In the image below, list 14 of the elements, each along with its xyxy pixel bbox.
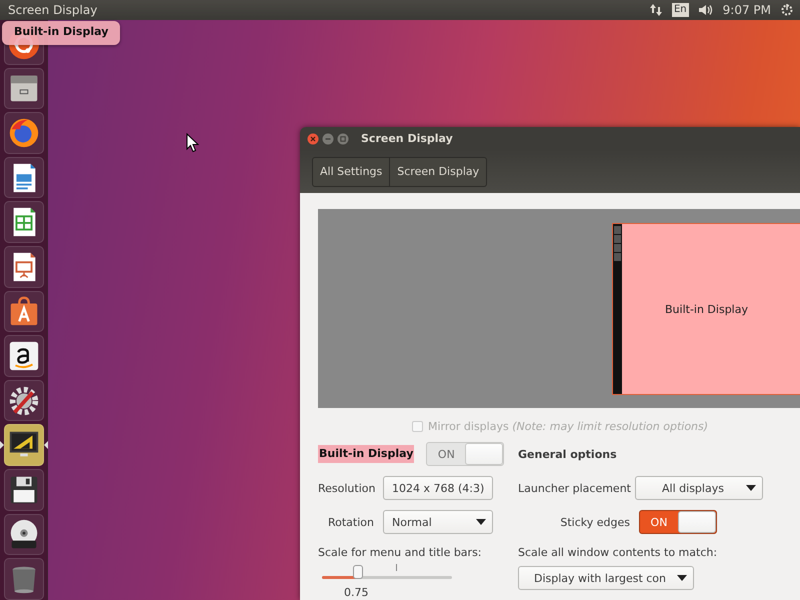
monitor-label: Built-in Display (665, 302, 748, 316)
rotation-label: Rotation (326, 516, 374, 528)
section-heading: General options (518, 448, 617, 460)
mirror-displays-label: Mirror displays (Note: may limit resolution options) (428, 420, 708, 433)
display-name: Built-in Display (318, 445, 414, 463)
scale-all-label: Scale all window contents to match: (518, 546, 718, 559)
resolution-label: Resolution (318, 482, 376, 494)
panel-window-title: Screen Display (8, 3, 98, 17)
window-title: Screen Display (361, 132, 453, 145)
launcher-placement-label: Launcher placement (518, 482, 631, 494)
scale-label: Scale for menu and title bars: (318, 546, 483, 559)
tooltip: Built-in Display (2, 21, 120, 45)
sticky-edges-label: Sticky edges (559, 516, 630, 528)
scale-value: 0.75 (344, 586, 370, 599)
